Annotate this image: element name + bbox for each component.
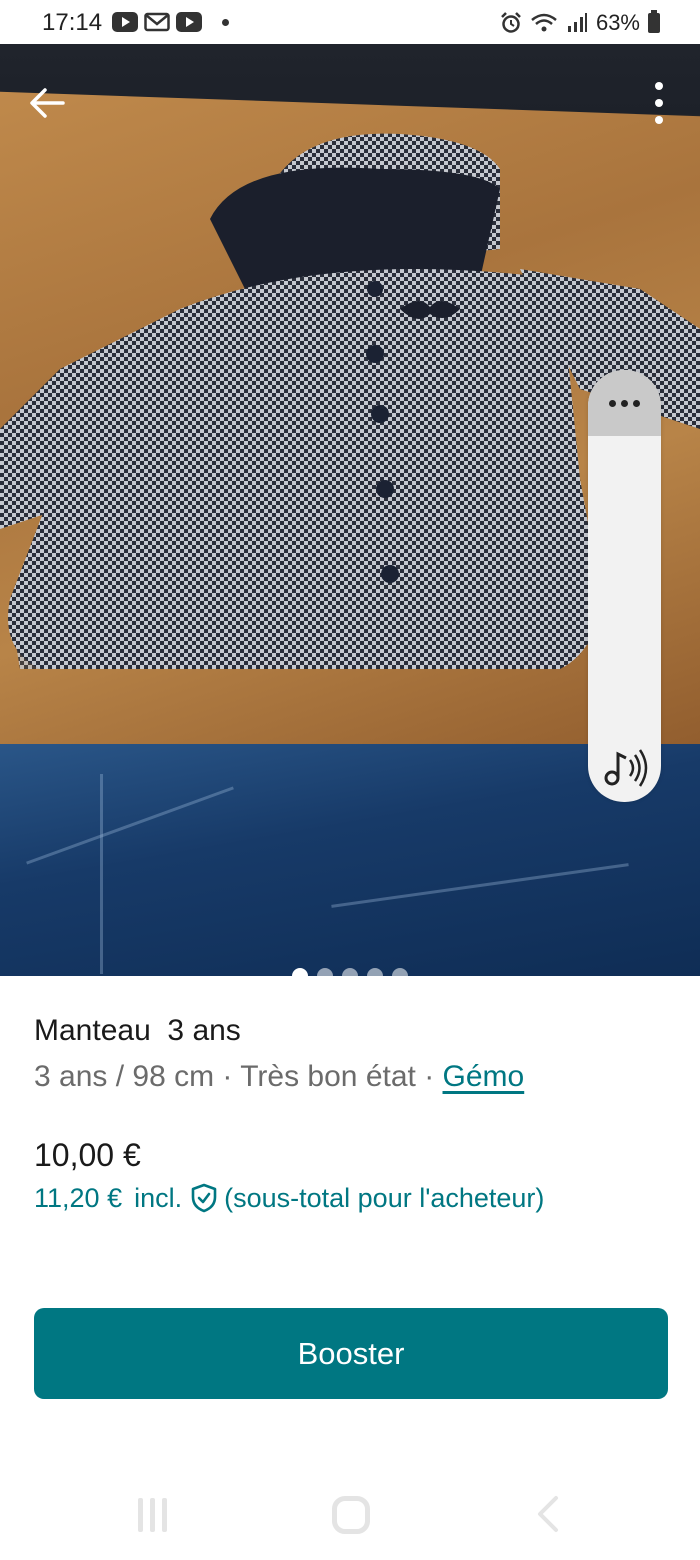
- item-price: 10,00 €: [34, 1137, 141, 1173]
- recents-icon: [138, 1498, 143, 1532]
- battery-icon: [648, 10, 660, 33]
- wifi-icon: [531, 13, 557, 32]
- battery-percentage: 63%: [595, 10, 640, 35]
- size-condition-text: 3 ans / 98 cm · Très bon état ·: [34, 1060, 443, 1093]
- back-arrow-icon: [30, 88, 65, 118]
- pager-dot: [342, 968, 358, 976]
- alarm-icon: [501, 12, 521, 33]
- top-navigation: [0, 44, 700, 154]
- buyer-price-incl: incl.: [134, 1182, 183, 1213]
- more-options-button[interactable]: [644, 78, 674, 128]
- more-horizontal-icon: [609, 399, 616, 407]
- side-panel-menu-button[interactable]: [588, 370, 661, 436]
- pager-dot: [292, 968, 308, 976]
- photo-pager: [0, 968, 700, 976]
- listing-title: Manteau 3 ans: [34, 1014, 241, 1047]
- recents-button[interactable]: [138, 1498, 167, 1532]
- pager-dot: [367, 968, 383, 976]
- system-navigation-bar: [0, 1470, 700, 1560]
- booster-button[interactable]: Booster: [34, 1308, 668, 1399]
- status-bar: 17:14 63%: [0, 0, 700, 44]
- audio-icon: [604, 749, 648, 787]
- youtube-icon: [176, 12, 202, 32]
- system-back-button[interactable]: [534, 1494, 562, 1534]
- buyer-price-value: 11,20 €: [34, 1182, 123, 1213]
- listing-subtitle: 3 ans / 98 cm · Très bon état · Gémo: [34, 1060, 524, 1094]
- gmail-icon: [144, 12, 170, 32]
- system-icons: 63%: [500, 10, 660, 36]
- shield-check-icon: [191, 1183, 217, 1213]
- signal-icon: [567, 13, 587, 32]
- pager-dot: [317, 968, 333, 976]
- more-vertical-icon: [655, 82, 663, 90]
- back-button[interactable]: [22, 78, 72, 128]
- buyer-price-row[interactable]: 11,20 € incl. (sous-total pour l'acheteu…: [34, 1182, 544, 1214]
- youtube-icon: [112, 12, 138, 32]
- floating-side-panel[interactable]: [588, 370, 661, 802]
- pager-dot: [392, 968, 408, 976]
- audio-button[interactable]: [600, 746, 650, 790]
- buyer-price-note: (sous-total pour l'acheteur): [224, 1182, 545, 1213]
- status-time: 17:14: [42, 9, 103, 36]
- notification-icons: [112, 12, 229, 32]
- more-notifications-icon: [222, 18, 229, 26]
- home-button[interactable]: [332, 1496, 370, 1534]
- brand-link[interactable]: Gémo: [443, 1060, 525, 1093]
